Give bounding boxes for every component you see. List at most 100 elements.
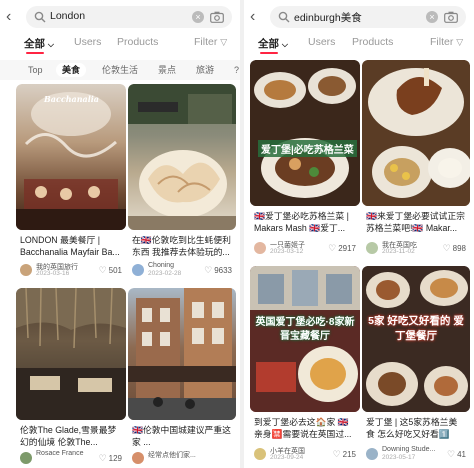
note-meta: 一只菌姬子 2023-03-12 ♡ 2917: [254, 240, 356, 258]
result-tabs: 全部 ⌵ Users Products Filter ▽: [244, 36, 474, 54]
search-bar-row: ‹ edinburgh美食 ×: [244, 6, 474, 28]
note-image: [362, 60, 470, 206]
avatar[interactable]: [132, 264, 144, 276]
avatar[interactable]: [254, 242, 266, 254]
filter-button[interactable]: Filter ▽: [430, 36, 463, 48]
tab-users[interactable]: Users: [74, 36, 101, 48]
search-icon: [278, 11, 290, 23]
note-title: 到爱丁堡必去这🏠家 🇬🇧亲身🈲需要说在英国过...: [254, 417, 352, 439]
author-name[interactable]: Rosace France: [36, 450, 83, 457]
author-name[interactable]: Choning: [148, 262, 174, 269]
image-overlay-text: 5家 好吃又好看的 爱丁堡餐厅: [368, 315, 464, 342]
image-overlay-text: 英国爱丁堡必吃·8家新晋宝藏餐厅: [255, 317, 355, 342]
tab-products[interactable]: Products: [352, 36, 393, 48]
note-card[interactable]: 🇬🇧伦敦中国城建议严重这家 ... 经常点他们家...: [128, 288, 236, 468]
chip-london-life[interactable]: 伦敦生活: [96, 63, 144, 77]
avatar[interactable]: [132, 452, 144, 464]
tab-products[interactable]: Products: [117, 36, 158, 48]
active-tab-underline: [260, 52, 278, 54]
chinatown-street-image: [128, 288, 236, 420]
search-bar-row: ‹ London ×: [0, 6, 240, 28]
filter-icon: ▽: [220, 37, 228, 47]
tab-all[interactable]: 全部 ⌵: [24, 36, 54, 54]
note-card[interactable]: 🇬🇧来爱丁堡必要试试正宗苏格兰菜吧!🇬🇧 Makar... 我在英国吃 2023…: [362, 60, 470, 262]
note-meta: Rosace France ♡ 129: [20, 450, 122, 468]
author-name[interactable]: 经常点他们家...: [148, 450, 196, 460]
like-count[interactable]: ♡ 215: [333, 449, 356, 460]
chip-top[interactable]: Top: [22, 63, 49, 77]
lamb-shank-image: [362, 60, 470, 206]
avatar[interactable]: [366, 242, 378, 254]
author-name[interactable]: Downing Stude...: [382, 446, 435, 453]
restaurant-glade-image: [16, 288, 126, 420]
tab-users[interactable]: Users: [308, 36, 335, 48]
back-arrow-icon[interactable]: ‹: [250, 9, 262, 25]
camera-icon[interactable]: [210, 11, 224, 23]
like-count[interactable]: ♡ 41: [447, 449, 466, 460]
heart-icon: ♡: [98, 265, 107, 275]
camera-icon[interactable]: [444, 11, 458, 23]
note-meta: 我在英国吃 2023-11-02 ♡ 898: [366, 240, 466, 258]
note-card[interactable]: 爱丁堡|必吃苏格兰菜 🇬🇧爱丁堡必吃苏格兰菜 | Makars Mash 🇬🇧爱…: [250, 60, 360, 262]
filter-button[interactable]: Filter ▽: [194, 36, 227, 48]
note-meta: 小羊在英国 2023-09-24 ♡ 215: [254, 446, 356, 464]
edinburgh-search-pane: ‹ edinburgh美食 × 全部 ⌵ Users Products Filt…: [244, 0, 474, 468]
note-card[interactable]: Bacchanalia LONDON 最美餐厅 | Bacchanalia Ma…: [16, 84, 126, 284]
note-image: 5家 好吃又好看的 爱丁堡餐厅: [362, 266, 470, 412]
avatar[interactable]: [20, 264, 32, 276]
filter-icon: ▽: [456, 37, 464, 47]
avatar[interactable]: [254, 448, 266, 460]
active-tab-underline: [26, 52, 44, 54]
heart-icon: ♡: [98, 453, 107, 463]
post-date: 2023-03-12: [270, 248, 304, 255]
clear-search-icon[interactable]: ×: [192, 11, 204, 23]
post-date: 2023-11-02: [382, 248, 415, 255]
note-card[interactable]: 5家 好吃又好看的 爱丁堡餐厅 爱丁堡 | 这5家苏格兰美食 怎么好吃又好看1️…: [362, 266, 470, 468]
post-date: 2023-05-17: [382, 454, 416, 461]
search-input[interactable]: edinburgh美食 ×: [270, 6, 466, 28]
note-card[interactable]: 在🇬🇧伦敦吃到比生蚝便利东西 我推荐去体验玩的... Choning 2023-…: [128, 84, 236, 284]
note-meta: Downing Stude... 2023-05-17 ♡ 41: [366, 446, 466, 464]
london-search-pane: ‹ London × 全部 ⌵ Users Products Filter ▽ …: [0, 0, 240, 468]
chip-travel[interactable]: 旅游: [190, 63, 220, 77]
chip-attractions[interactable]: 景点: [152, 63, 182, 77]
tab-all[interactable]: 全部 ⌵: [258, 36, 288, 54]
note-card[interactable]: 伦敦The Glade,雪景最梦幻的仙境 伦敦The... Rosace Fra…: [16, 288, 126, 468]
result-tabs: 全部 ⌵ Users Products Filter ▽: [0, 36, 240, 54]
post-date: 2023-09-24: [270, 454, 304, 461]
avatar[interactable]: [366, 448, 378, 460]
like-count[interactable]: ♡ 501: [99, 265, 122, 276]
like-count[interactable]: ♡ 129: [99, 453, 122, 464]
search-query-text: London: [50, 10, 86, 22]
scottish-food-image: [250, 60, 360, 206]
chevron-down-icon: ⌵: [281, 40, 288, 49]
note-title: 🇬🇧伦敦中国城建议严重这家 ...: [132, 425, 231, 447]
note-image: [128, 288, 236, 420]
like-count[interactable]: ♡ 9633: [204, 265, 232, 276]
image-caption: Bacchanalia: [44, 94, 99, 104]
note-image: [16, 288, 126, 420]
like-count[interactable]: ♡ 898: [443, 243, 466, 254]
note-image: Bacchanalia: [16, 84, 126, 230]
like-count[interactable]: ♡ 2917: [328, 243, 356, 254]
food-market-image: [128, 84, 236, 230]
image-overlay-text: 爱丁堡|必吃苏格兰菜: [258, 140, 357, 157]
back-arrow-icon[interactable]: ‹: [6, 9, 18, 25]
chip-food[interactable]: 美食: [56, 63, 87, 77]
search-query-text: edinburgh美食: [294, 12, 362, 24]
avatar[interactable]: [20, 452, 32, 464]
chip-more[interactable]: ?: [228, 63, 240, 77]
note-title: 在🇬🇧伦敦吃到比生蚝便利东西 我推荐去体验玩的...: [132, 235, 231, 257]
note-meta: Choning 2023-02-28 ♡ 9633: [132, 262, 232, 280]
post-date: 2023-03-16: [36, 270, 70, 277]
post-date: 2023-02-28: [148, 270, 182, 277]
search-icon: [34, 11, 46, 23]
note-title: 🇬🇧来爱丁堡必要试试正宗苏格兰菜吧!🇬🇧 Makar...: [366, 211, 465, 233]
note-image: 英国爱丁堡必吃·8家新晋宝藏餐厅: [250, 266, 360, 412]
chevron-down-icon: ⌵: [47, 40, 54, 49]
heart-icon: ♡: [447, 449, 456, 459]
note-card[interactable]: 英国爱丁堡必吃·8家新晋宝藏餐厅 到爱丁堡必去这🏠家 🇬🇧亲身🈲需要说在英国过.…: [250, 266, 360, 468]
clear-search-icon[interactable]: ×: [426, 11, 438, 23]
search-input[interactable]: London ×: [26, 6, 232, 28]
note-title: 爱丁堡 | 这5家苏格兰美食 怎么好吃又好看1️⃣ Th...: [366, 417, 458, 439]
